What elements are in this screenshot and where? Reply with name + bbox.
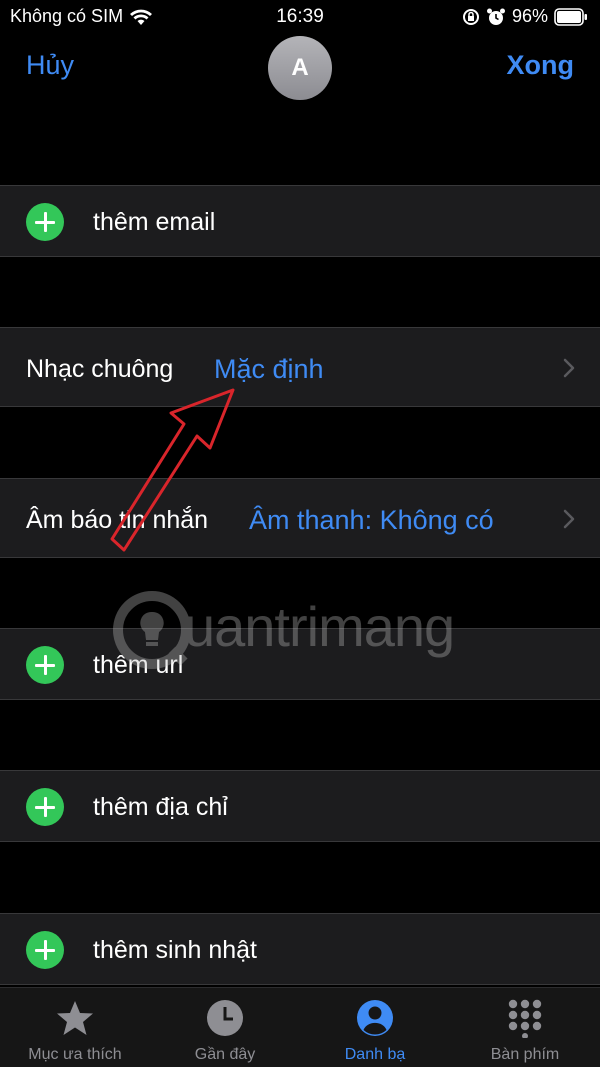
text-tone-row[interactable]: Âm báo tin nhắn Âm thanh: Không có: [0, 478, 600, 558]
cancel-button[interactable]: Hủy: [26, 50, 74, 81]
tab-keypad[interactable]: Bàn phím: [450, 988, 600, 1067]
add-icon[interactable]: [26, 931, 64, 969]
add-icon[interactable]: [26, 646, 64, 684]
rotation-lock-icon: [462, 8, 479, 25]
text-tone-value: Âm thanh: Không có: [249, 505, 494, 535]
tab-bar: Mục ưa thích Gần đây Danh bạ Bàn phím: [0, 987, 600, 1067]
keypad-icon: [508, 999, 542, 1038]
tab-label: Gần đây: [194, 1046, 256, 1063]
add-icon[interactable]: [26, 203, 64, 241]
tab-label: Bàn phím: [490, 1046, 560, 1063]
annotation-arrow: [110, 388, 235, 552]
chevron-right-icon: [563, 509, 575, 529]
tab-favorites[interactable]: Mục ưa thích: [0, 988, 150, 1067]
ringtone-row[interactable]: Nhạc chuông Mặc định: [0, 327, 600, 407]
status-bar: Không có SIM 16:39 96%: [0, 0, 600, 34]
tab-contacts[interactable]: Danh bạ: [300, 988, 450, 1067]
add-birthday-row[interactable]: thêm sinh nhật: [0, 913, 600, 985]
add-email-label: thêm email: [93, 208, 216, 236]
lightbulb-logo-icon: [113, 591, 191, 669]
battery-percent: 96%: [511, 6, 548, 26]
add-address-row[interactable]: thêm địa chỉ: [0, 770, 600, 842]
status-right: 96%: [462, 6, 588, 27]
tab-label: Mục ưa thích: [28, 1046, 122, 1063]
tab-label: Danh bạ: [344, 1046, 406, 1063]
add-birthday-label: thêm sinh nhật: [93, 936, 257, 964]
add-address-label: thêm địa chỉ: [93, 793, 228, 821]
contact-icon: [357, 1000, 393, 1036]
watermark-text: uantrimang: [184, 595, 455, 658]
clock-icon: [207, 1000, 243, 1036]
contact-avatar[interactable]: A: [268, 36, 332, 100]
add-email-row[interactable]: thêm email: [0, 185, 600, 257]
add-icon[interactable]: [26, 788, 64, 826]
tab-recents[interactable]: Gần đây: [150, 988, 300, 1067]
nav-bar: Hủy A Xong: [0, 34, 600, 104]
alarm-icon: [486, 8, 505, 25]
battery-icon: [554, 7, 587, 26]
chevron-right-icon: [563, 358, 575, 378]
star-icon: [57, 1001, 93, 1035]
watermark: uantrimang: [112, 590, 472, 670]
done-button[interactable]: Xong: [507, 50, 575, 81]
